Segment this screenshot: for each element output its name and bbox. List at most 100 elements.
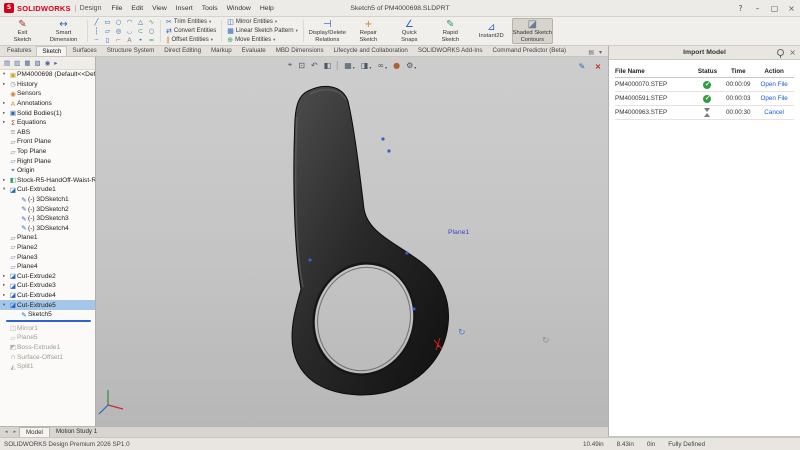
- graphics-area[interactable]: ⌖ ⊡ ↶ ◧ ▦▾ ◨▾ ∞▾ ● ⚙▾ ✎ × Plane1 ↻ ↻: [96, 57, 608, 426]
- restore-button[interactable]: ▢: [766, 0, 783, 17]
- tree-item-split1[interactable]: ◭ Split1: [0, 362, 95, 372]
- edit-appearance-icon[interactable]: ●: [393, 61, 400, 70]
- menu-insert[interactable]: Insert: [176, 5, 193, 12]
- configuration-manager-tab-icon[interactable]: ▦: [24, 59, 30, 67]
- sketch-entity-fillet-icon[interactable]: ⌐: [116, 36, 121, 44]
- sketch-entity-ellipse-icon[interactable]: ○: [149, 27, 155, 35]
- featuremanager-tree-tab-icon[interactable]: ▤: [4, 59, 10, 67]
- tree-item-boss-extrude1[interactable]: ◩ Boss-Extrude1: [0, 343, 95, 353]
- open-file-link[interactable]: Open File: [754, 81, 794, 88]
- tab-evaluate[interactable]: Evaluate: [237, 46, 271, 56]
- sketch-entity-construction-line-icon[interactable]: ┄: [95, 36, 99, 44]
- exit-sketch-corner-icon[interactable]: ✎: [576, 60, 588, 72]
- sketch-entity-arc-icon[interactable]: ◠: [127, 18, 133, 26]
- tree-item-plane1[interactable]: ▱ Plane1: [0, 233, 95, 243]
- property-manager-tab-icon[interactable]: ▥: [14, 59, 20, 67]
- tree-item-front-plane[interactable]: ▱ Front Plane: [0, 137, 95, 147]
- instant2d-button[interactable]: ⊿ Instant2D: [471, 18, 512, 44]
- chevron-down-icon[interactable]: ▾: [353, 65, 355, 70]
- shaded-sketch-contours-button[interactable]: ◪ Shaded Sketch Contours: [512, 18, 553, 44]
- tree-item-equations[interactable]: ▸ Σ Equations: [0, 118, 95, 128]
- model-3d[interactable]: [96, 57, 608, 426]
- sketch-entity-curve-icon[interactable]: ≈: [149, 36, 154, 44]
- open-file-link[interactable]: Open File: [754, 95, 794, 102]
- tree-item-plane3[interactable]: ▱ Plane3: [0, 252, 95, 262]
- cancel-link[interactable]: Cancel: [754, 109, 794, 116]
- tab-command-predictor[interactable]: Command Predictor (Beta): [488, 46, 572, 56]
- sketch-entity-slot-icon[interactable]: ⊂: [138, 27, 143, 35]
- exit-sketch-button[interactable]: ✎ Exit Sketch: [2, 18, 43, 44]
- tree-item-plane5[interactable]: ▱ Plane5: [0, 333, 95, 343]
- tree-item-material[interactable]: ≡ ABS: [0, 128, 95, 138]
- close-icon[interactable]: ×: [789, 49, 796, 57]
- cancel-sketch-icon[interactable]: ×: [592, 60, 604, 72]
- chevron-down-icon[interactable]: ▾: [599, 49, 602, 56]
- menu-window[interactable]: Window: [227, 5, 251, 12]
- tree-item-cut-extrude1[interactable]: ▾ ◪ Cut-Extrude1: [0, 185, 95, 195]
- tree-item-sketch5[interactable]: ✎ Sketch5: [0, 310, 95, 320]
- view-settings-icon[interactable]: ⚙: [406, 61, 413, 70]
- tree-item-3dsketch3[interactable]: ✎ (-) 3DSketch3: [0, 214, 95, 224]
- display-delete-relations-button[interactable]: ⊣ Display/Delete Relations: [307, 18, 348, 44]
- tree-item-cut-extrude4[interactable]: ▸ ◪ Cut-Extrude4: [0, 291, 95, 301]
- tree-item-annotations[interactable]: ▸ A Annotations: [0, 99, 95, 109]
- convert-entities-button[interactable]: ⇄ Convert Entities: [164, 27, 218, 35]
- chevron-right-icon[interactable]: ▸: [54, 59, 57, 67]
- trim-entities-button[interactable]: ✂ Trim Entities ▾: [164, 18, 218, 26]
- tree-item-right-plane[interactable]: ▱ Right Plane: [0, 156, 95, 166]
- help-icon[interactable]: ?: [732, 0, 749, 17]
- sketch-entity-line-icon[interactable]: ╱: [95, 18, 99, 26]
- repair-sketch-button[interactable]: + Repair Sketch: [348, 18, 389, 44]
- linear-sketch-pattern-button[interactable]: ▦ Linear Sketch Pattern ▾: [225, 27, 300, 35]
- sketch-entity-spline-icon[interactable]: ∿: [149, 18, 154, 26]
- menu-view[interactable]: View: [152, 5, 167, 12]
- dimxpert-manager-tab-icon[interactable]: ▧: [34, 59, 40, 67]
- offset-entities-button[interactable]: ∥ Offset Entities ▾: [164, 36, 218, 44]
- tab-features[interactable]: Features: [2, 46, 36, 56]
- sketch-entity-rectangle-icon[interactable]: ▭: [104, 18, 110, 26]
- sketch-entity-perimeter-circle-icon[interactable]: ◎: [116, 27, 122, 35]
- pane-display-icon[interactable]: ▤: [588, 49, 594, 56]
- tree-item-top-plane[interactable]: ▱ Top Plane: [0, 147, 95, 157]
- hide-show-items-icon[interactable]: ∞: [377, 61, 384, 70]
- display-manager-tab-icon[interactable]: ◉: [45, 59, 51, 67]
- smart-dimension-button[interactable]: ↔ Smart Dimension: [43, 18, 84, 44]
- tree-item-cut-extrude2[interactable]: ▸ ◪ Cut-Extrude2: [0, 271, 95, 281]
- tree-item-plane4[interactable]: ▱ Plane4: [0, 262, 95, 272]
- sketch-entity-tangent-arc-icon[interactable]: ◡: [127, 27, 133, 35]
- tab-structure-system[interactable]: Structure System: [102, 46, 159, 56]
- sketch-entity-polygon-icon[interactable]: △: [138, 18, 143, 26]
- tree-item-plane2[interactable]: ▱ Plane2: [0, 243, 95, 253]
- tab-lifecycle-collaboration[interactable]: Lifecycle and Collaboration: [329, 46, 413, 56]
- tab-model[interactable]: Model: [19, 427, 50, 437]
- rotate-gizmo-icon[interactable]: ↻: [458, 328, 466, 338]
- tab-surfaces[interactable]: Surfaces: [67, 46, 101, 56]
- tab-solidworks-add-ins[interactable]: SOLIDWORKS Add-Ins: [413, 46, 488, 56]
- tree-item-history[interactable]: ▸ ◷ History: [0, 80, 95, 90]
- move-entities-button[interactable]: ⊕ Move Entities ▾: [225, 36, 300, 44]
- view-orientation-icon[interactable]: ▦: [344, 61, 352, 70]
- menu-edit[interactable]: Edit: [131, 5, 143, 12]
- sketch-entity-centerline-icon[interactable]: ┆: [95, 27, 99, 35]
- rollback-bar[interactable]: [6, 320, 91, 322]
- zoom-to-area-icon[interactable]: ⊡: [298, 61, 305, 70]
- previous-view-icon[interactable]: ↶: [311, 61, 318, 70]
- chevron-down-icon[interactable]: ▾: [369, 65, 371, 70]
- mirror-entities-button[interactable]: ◫ Mirror Entities ▾: [225, 18, 300, 26]
- tree-item-solid-bodies[interactable]: ▸ ▣ Solid Bodies(1): [0, 108, 95, 118]
- tab-markup[interactable]: Markup: [206, 46, 237, 56]
- tree-item-3dsketch2[interactable]: ✎ (-) 3DSketch2: [0, 204, 95, 214]
- tree-item-sensors[interactable]: ◉ Sensors: [0, 89, 95, 99]
- sketch-entity-parallelogram-icon[interactable]: ▱: [105, 27, 110, 35]
- menu-help[interactable]: Help: [260, 5, 274, 12]
- tab-sketch[interactable]: Sketch: [36, 46, 67, 56]
- display-style-icon[interactable]: ◨: [361, 61, 369, 70]
- tree-item-surface-offset1[interactable]: ∩ Surface-Offset1: [0, 352, 95, 362]
- tree-root[interactable]: ▾ ▣ PM4000698 (Default<<Default>_Displa: [0, 70, 95, 80]
- tree-item-origin[interactable]: ⌖ Origin: [0, 166, 95, 176]
- close-button[interactable]: ×: [783, 0, 800, 17]
- minimize-button[interactable]: –: [749, 0, 766, 17]
- pin-icon[interactable]: [777, 49, 784, 56]
- menu-file[interactable]: File: [111, 5, 122, 12]
- menu-tools[interactable]: Tools: [202, 5, 218, 12]
